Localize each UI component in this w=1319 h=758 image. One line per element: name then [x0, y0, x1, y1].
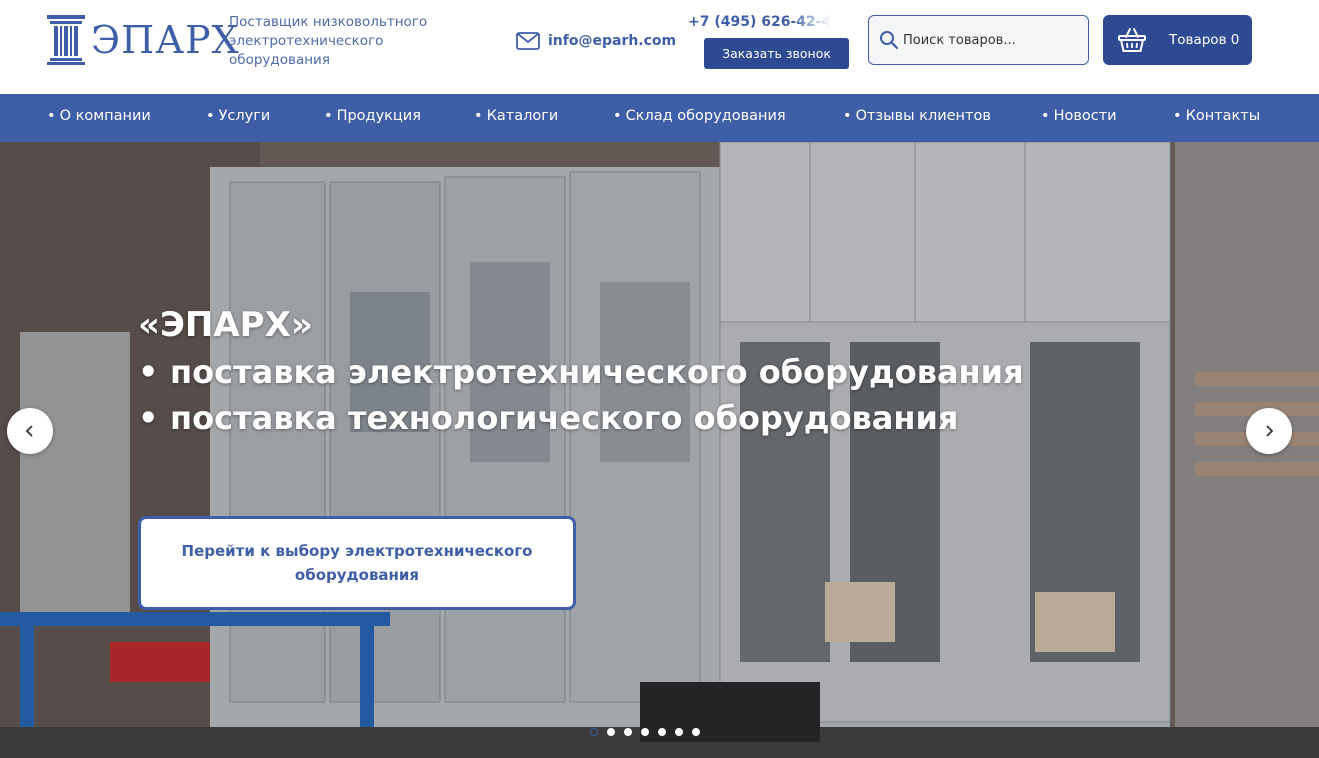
nav-item-services[interactable]: Услуги — [206, 94, 271, 142]
nav-item-catalogs[interactable]: Каталоги — [474, 94, 559, 142]
cart-label: Товаров 0 — [1169, 32, 1240, 48]
slider-dot[interactable] — [692, 728, 700, 736]
slider-dot[interactable] — [641, 728, 649, 736]
chevron-right-icon — [1266, 425, 1274, 437]
phone-link[interactable]: +7 (495) 626-42-4 — [683, 14, 831, 30]
chevron-left-icon — [25, 425, 33, 437]
hero-line-1-text: поставка электротехнического оборудовани… — [170, 353, 1024, 391]
basket-icon — [1118, 28, 1146, 52]
hero-bullet: • — [138, 353, 159, 391]
phone-fade — [791, 14, 831, 30]
select-equipment-button[interactable]: Перейти к выбору электротехнического обо… — [138, 516, 576, 610]
main-nav: О компании Услуги Продукция Каталоги Скл… — [0, 94, 1319, 142]
email-link[interactable]: info@eparh.com — [516, 32, 676, 50]
hero-line-2: • поставка технологического оборудования — [138, 395, 958, 441]
nav-item-news[interactable]: Новости — [1041, 94, 1117, 142]
slider-prev-button[interactable] — [7, 408, 53, 454]
hero-overlay — [0, 142, 1319, 758]
email-text: info@eparh.com — [548, 33, 677, 49]
hero-line-1: • поставка электротехнического оборудован… — [138, 349, 1024, 395]
slider-dot[interactable] — [658, 728, 666, 736]
logo-text: ЭПАРХ — [91, 18, 240, 62]
hero-slider: «ЭПАРХ» • поставка электротехнического об… — [0, 142, 1319, 758]
column-logo-icon — [47, 15, 85, 65]
slider-next-button[interactable] — [1246, 408, 1292, 454]
nav-item-reviews[interactable]: Отзывы клиентов — [843, 94, 991, 142]
site-header: ЭПАРХ Поставщик низковольтного электроте… — [0, 0, 1319, 94]
slider-dot[interactable] — [624, 728, 632, 736]
hero-line-2-text: поставка технологического оборудования — [170, 399, 959, 437]
slider-dots — [590, 728, 700, 736]
company-tagline: Поставщик низковольтного электротехничес… — [229, 14, 428, 68]
cart-button[interactable]: Товаров 0 — [1103, 15, 1252, 65]
nav-item-warehouse[interactable]: Склад оборудования — [613, 94, 786, 142]
search-box[interactable] — [868, 15, 1089, 65]
slider-dot[interactable] — [675, 728, 683, 736]
slider-dot[interactable] — [607, 728, 615, 736]
slider-dot[interactable] — [590, 728, 598, 736]
hero-bullet: • — [138, 399, 159, 437]
logo-link[interactable]: ЭПАРХ — [47, 14, 240, 66]
nav-item-about[interactable]: О компании — [47, 94, 151, 142]
nav-item-products[interactable]: Продукция — [324, 94, 421, 142]
envelope-icon — [516, 32, 540, 50]
callback-button[interactable]: Заказать звонок — [704, 38, 849, 69]
search-icon — [880, 31, 899, 50]
search-input[interactable] — [903, 32, 1083, 48]
hero-title: «ЭПАРХ» — [138, 305, 313, 345]
nav-item-contacts[interactable]: Контакты — [1173, 94, 1261, 142]
